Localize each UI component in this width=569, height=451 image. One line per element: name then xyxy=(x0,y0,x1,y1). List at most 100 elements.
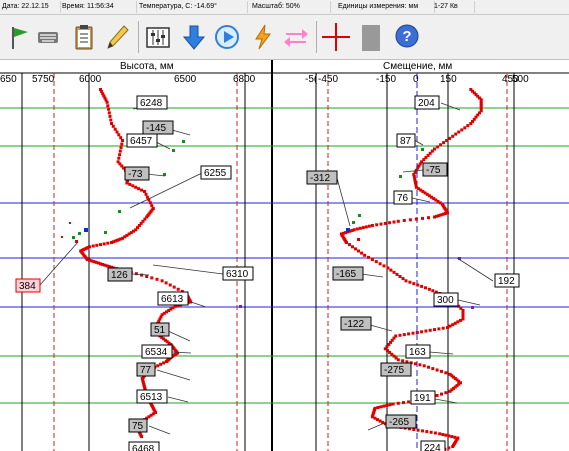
data-point xyxy=(435,394,439,397)
data-point xyxy=(433,328,436,332)
data-point xyxy=(134,272,138,276)
data-label: -75 xyxy=(426,165,441,176)
data-point xyxy=(115,130,119,134)
data-label: 6248 xyxy=(140,98,163,109)
data-point xyxy=(453,321,457,325)
data-point xyxy=(446,326,449,329)
data-point xyxy=(370,415,374,419)
time-value: 11:56:34 xyxy=(86,3,114,10)
data-point xyxy=(431,367,435,371)
data-point xyxy=(379,405,383,409)
data-label: -145 xyxy=(146,123,166,134)
data-point xyxy=(176,287,180,291)
clipboard-button[interactable] xyxy=(66,19,102,55)
crosshair-button[interactable] xyxy=(318,19,354,55)
data-label: -265 xyxy=(389,417,409,428)
data-point xyxy=(407,332,411,336)
data-point xyxy=(415,331,419,334)
data-label: 6513 xyxy=(140,392,163,403)
gray-square-button[interactable] xyxy=(354,19,390,55)
data-point xyxy=(109,118,113,122)
data-point xyxy=(454,132,458,136)
data-point xyxy=(427,287,431,291)
date-value: 22.12.15 xyxy=(21,3,49,10)
data-point xyxy=(374,260,378,264)
data-point xyxy=(408,280,412,284)
data-point xyxy=(388,403,392,407)
status-extra: 1-27 Кв xyxy=(432,1,475,13)
data-point xyxy=(416,283,420,287)
data-point xyxy=(427,216,430,220)
data-point xyxy=(106,241,110,245)
data-point xyxy=(416,428,420,432)
data-point xyxy=(456,320,460,324)
data-point xyxy=(421,216,424,220)
temp-value: -14.69° xyxy=(194,3,217,10)
data-point xyxy=(457,130,461,134)
data-point xyxy=(131,184,135,188)
data-point xyxy=(360,251,364,255)
data-point xyxy=(428,328,432,332)
lightning-button[interactable] xyxy=(245,19,281,55)
data-point xyxy=(466,124,470,128)
data-point xyxy=(378,419,382,423)
data-point xyxy=(118,149,122,153)
data-point xyxy=(107,111,111,115)
data-point xyxy=(351,245,354,249)
data-point xyxy=(172,285,176,289)
data-point xyxy=(385,403,389,407)
data-point xyxy=(392,270,396,274)
data-point xyxy=(398,333,402,337)
data-point xyxy=(361,226,365,230)
data-label: 6255 xyxy=(204,168,227,179)
data-point xyxy=(440,369,443,373)
data-point xyxy=(155,277,159,281)
clipboard-icon xyxy=(75,25,93,50)
data-point xyxy=(117,133,121,137)
data-point xyxy=(144,192,148,196)
data-point xyxy=(448,136,452,140)
data-point xyxy=(117,156,121,160)
data-point xyxy=(91,244,95,248)
toolbar: ? xyxy=(0,15,569,60)
data-point xyxy=(145,195,149,199)
pencil-button[interactable] xyxy=(98,19,134,55)
data-point xyxy=(442,141,446,145)
data-label: 191 xyxy=(414,393,431,404)
data-point xyxy=(424,286,427,290)
data-point xyxy=(370,258,374,261)
data-label: 6468 xyxy=(132,444,155,451)
data-point xyxy=(447,434,451,438)
arrow-down-icon xyxy=(182,25,206,50)
data-point xyxy=(435,368,439,372)
data-label: 126 xyxy=(111,270,128,281)
data-label: 6457 xyxy=(130,136,153,147)
keyboard-icon xyxy=(38,32,58,43)
data-point xyxy=(382,404,386,408)
help-button[interactable]: ? xyxy=(389,19,425,55)
data-label: -312 xyxy=(310,173,330,184)
data-point xyxy=(140,435,144,439)
data-point xyxy=(451,445,455,448)
data-point xyxy=(168,283,172,287)
data-point xyxy=(433,431,437,435)
data-point xyxy=(402,219,406,222)
data-label: 75 xyxy=(132,421,144,432)
status-temp: Температура, С: -14.69° xyxy=(137,1,248,13)
play-button[interactable] xyxy=(209,19,245,55)
keyboard-button[interactable] xyxy=(30,19,66,55)
data-point xyxy=(125,181,129,185)
swap-arrows-button[interactable] xyxy=(278,19,314,55)
data-point xyxy=(134,185,138,189)
data-point xyxy=(165,360,168,363)
data-point xyxy=(401,277,405,281)
data-point xyxy=(427,365,430,369)
data-point xyxy=(105,100,109,104)
data-label: 224 xyxy=(424,443,441,451)
data-point xyxy=(110,241,113,244)
data-point xyxy=(459,318,462,322)
sliders-button[interactable] xyxy=(140,19,176,55)
play-icon xyxy=(215,25,239,49)
arrow-down-button[interactable] xyxy=(176,19,212,55)
data-point xyxy=(404,279,408,283)
